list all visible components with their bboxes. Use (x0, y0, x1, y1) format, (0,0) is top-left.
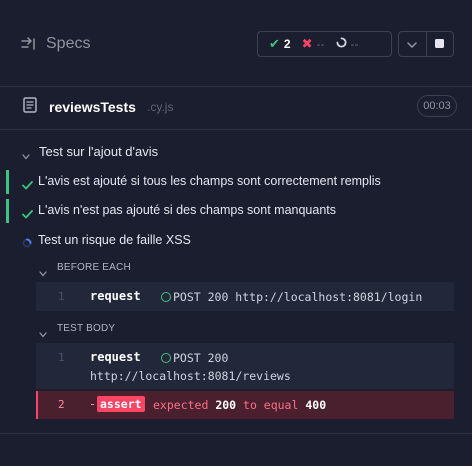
chevron-down-button[interactable] (399, 32, 426, 56)
test-row[interactable]: L'avis n'est pas ajouté si des champs so… (0, 197, 472, 225)
pending-stat: -- (335, 37, 359, 51)
test-title: Test un risque de faille XSS (38, 233, 191, 247)
spec-file-row[interactable]: reviewsTests .cy.js 00:03 (0, 86, 472, 130)
pending-count: -- (350, 37, 359, 51)
spec-name: reviewsTests (49, 99, 136, 115)
command-dash: - (89, 397, 97, 411)
command-row[interactable]: 1 request POST 200 http://localhost:8081… (36, 343, 454, 389)
suite-header[interactable]: Test sur l'ajout d'avis (0, 141, 472, 163)
reporter-header: Specs ✔ 2 ✖ -- -- (0, 0, 472, 86)
test-title: L'avis est ajouté si tous les champs son… (38, 174, 381, 188)
test-row[interactable]: L'avis est ajouté si tous les champs son… (0, 168, 472, 196)
reporter-panel: Specs ✔ 2 ✖ -- -- reviewsTests .cy.js 00… (0, 0, 472, 466)
chevron-down-icon (22, 147, 30, 165)
spec-extension: .cy.js (147, 100, 174, 114)
footer-area (0, 433, 472, 466)
specs-label: Specs (46, 35, 91, 52)
passed-indicator-bar (6, 170, 9, 194)
test-row-running[interactable]: Test un risque de faille XSS (0, 227, 472, 255)
duration-badge: 00:03 (417, 95, 457, 117)
chevron-down-icon (39, 264, 47, 282)
suite-title: Test sur l'ajout d'avis (39, 144, 159, 159)
assert-message-mid: to equal (236, 398, 306, 412)
assert-expected-value: 200 (215, 398, 237, 412)
command-number: 1 (58, 290, 65, 303)
request-status-icon (161, 353, 171, 363)
assert-message-prefix: expected (153, 398, 216, 412)
passed-stat: ✔ 2 (269, 36, 291, 52)
file-icon (23, 97, 37, 118)
assert-actual-value: 400 (305, 398, 327, 412)
stop-icon (435, 35, 445, 53)
assert-message: expected 200 to equal 400 (153, 398, 326, 412)
check-icon (22, 206, 33, 224)
test-title: L'avis n'est pas ajouté si des champs so… (38, 203, 336, 217)
failed-indicator-bar (36, 391, 38, 419)
pending-spinner-icon (335, 37, 347, 51)
before-each-hook-header[interactable]: BEFORE EACH (0, 259, 472, 277)
command-message-url: http://localhost:8081/reviews (90, 369, 291, 383)
check-icon (22, 177, 33, 195)
specs-link[interactable]: Specs (21, 33, 90, 55)
test-body-hook-header[interactable]: TEST BODY (0, 320, 472, 338)
chevron-down-icon (407, 35, 417, 53)
chevron-down-icon (39, 325, 47, 343)
specs-arrow-icon (21, 37, 37, 51)
passed-count: 2 (283, 37, 291, 51)
hook-label: BEFORE EACH (57, 262, 131, 273)
passed-indicator-bar (6, 199, 9, 223)
command-number: 1 (58, 351, 65, 364)
command-row[interactable]: 1 request POST 200 http://localhost:8081… (36, 282, 454, 311)
command-message: POST 200 (173, 351, 229, 365)
failed-count: -- (316, 37, 325, 51)
check-icon: ✔ (269, 36, 280, 51)
request-status-icon (161, 292, 171, 302)
command-name: request (90, 289, 141, 303)
test-stats: ✔ 2 ✖ -- -- (257, 31, 392, 57)
command-name: request (90, 350, 141, 364)
hook-label: TEST BODY (57, 323, 116, 334)
cross-icon: ✖ (301, 36, 313, 51)
stop-button[interactable] (425, 32, 454, 56)
running-spinner-icon (22, 235, 32, 253)
command-message: POST 200 http://localhost:8081/login (173, 290, 423, 304)
run-controls (398, 31, 454, 57)
assert-badge: assert (97, 396, 145, 412)
command-number: 2 (58, 398, 65, 411)
failed-command-row[interactable]: 2 - assert expected 200 to equal 400 (36, 391, 454, 419)
failed-stat: ✖ -- (302, 36, 325, 52)
